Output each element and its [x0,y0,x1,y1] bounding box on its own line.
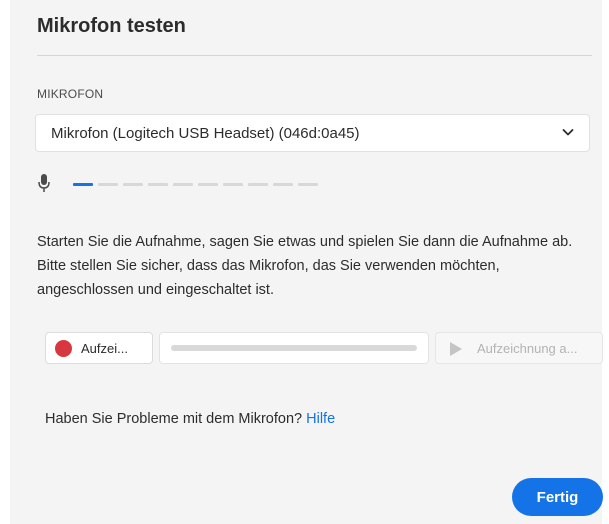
mic-test-dialog: Mikrofon testen MIKROFON Mikrofon (Logit… [10,0,603,524]
level-segment [148,183,168,186]
help-question: Haben Sie Probleme mit dem Mikrofon? [45,411,303,427]
microphone-section-label: MIKROFON [37,87,104,101]
play-icon [450,342,462,356]
dialog-title: Mikrofon testen [37,15,186,37]
level-segment [73,183,93,186]
done-button[interactable]: Fertig [512,478,603,516]
microphone-select[interactable]: Mikrofon (Logitech USB Headset) (046d:0a… [35,114,590,152]
microphone-select-value: Mikrofon (Logitech USB Headset) (046d:0a… [51,125,360,142]
input-level-meter [37,173,337,193]
level-segment [98,183,118,186]
title-divider [37,55,592,56]
record-button[interactable]: Aufzei... [45,332,153,364]
level-segment [173,183,193,186]
play-recording-button[interactable]: Aufzeichnung a... [435,332,603,364]
progress-track [171,345,417,351]
help-row: Haben Sie Probleme mit dem Mikrofon? Hil… [45,411,335,427]
level-segment [198,183,218,186]
level-segment [223,183,243,186]
play-button-label: Aufzeichnung a... [477,341,578,356]
chevron-down-icon [562,129,574,136]
microphone-icon [38,174,50,192]
record-button-label: Aufzei... [81,341,128,356]
record-dot-icon [55,340,72,357]
level-segment [273,183,293,186]
level-segment [123,183,143,186]
help-link[interactable]: Hilfe [306,411,335,427]
level-segment [298,183,318,186]
instructions-text: Starten Sie die Aufnahme, sagen Sie etwa… [37,234,573,298]
recording-progress [159,332,429,364]
level-segment [248,183,268,186]
